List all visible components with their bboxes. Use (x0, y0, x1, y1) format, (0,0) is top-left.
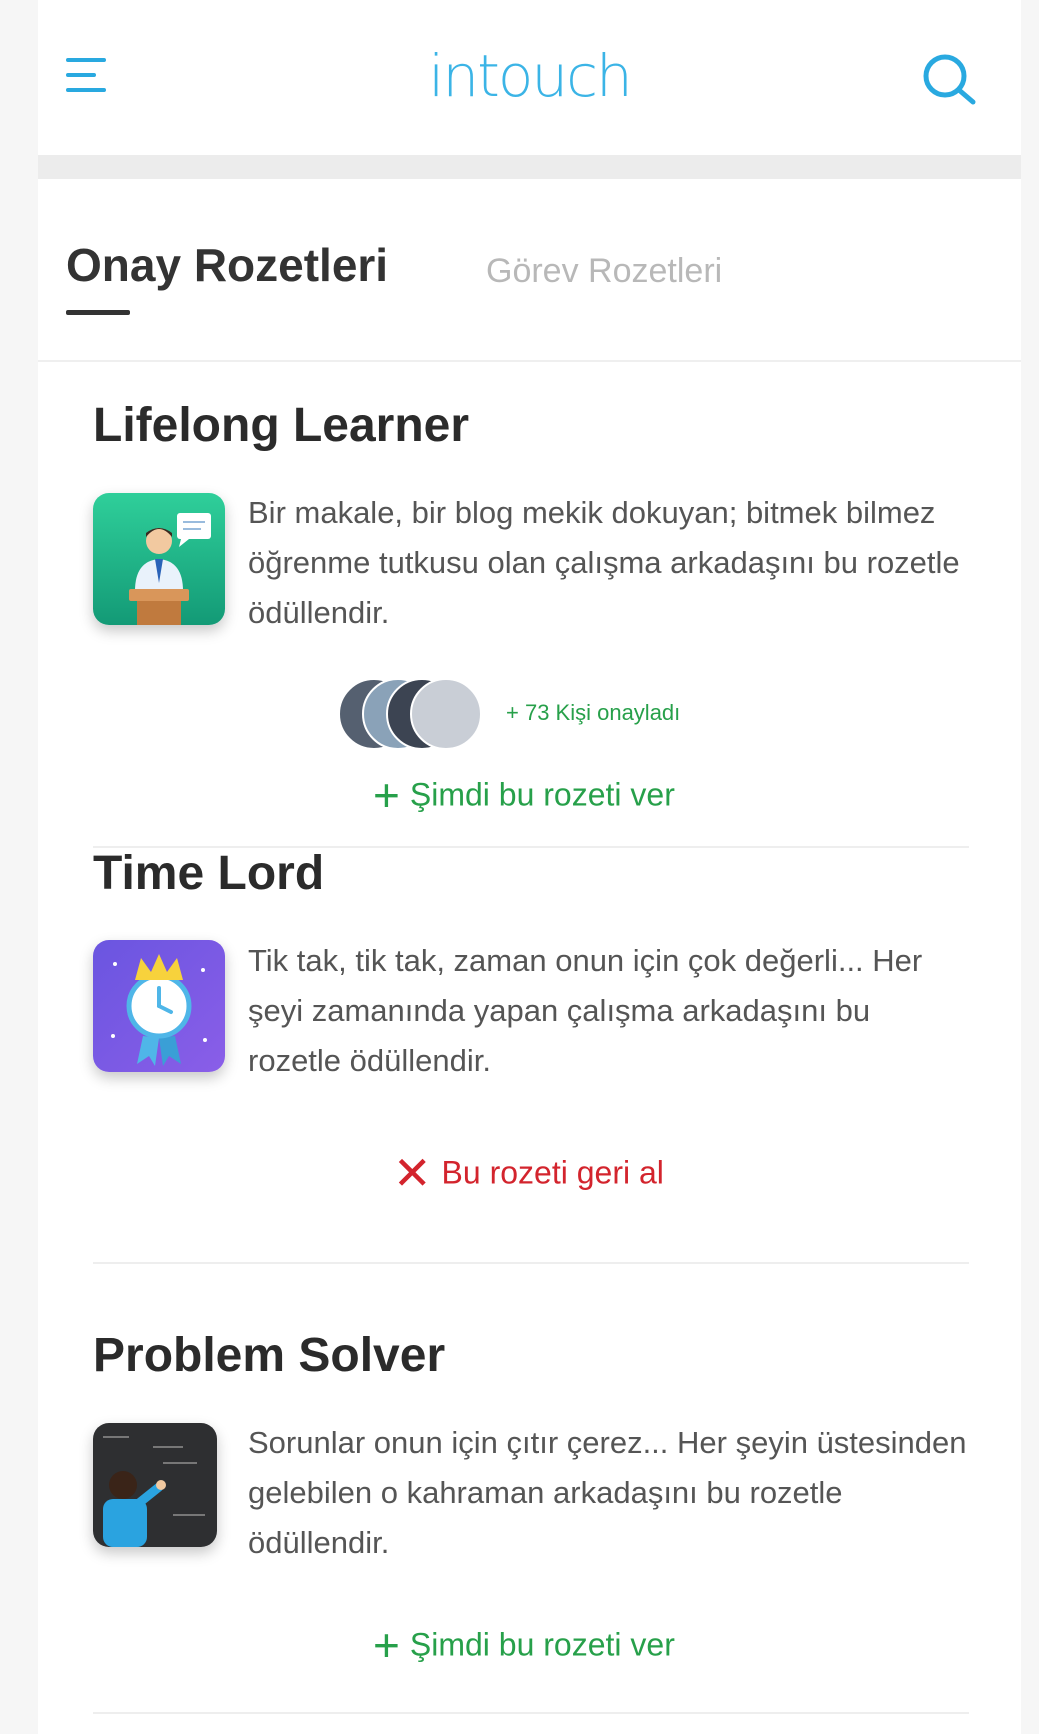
avatar (410, 678, 482, 750)
left-gutter (0, 0, 38, 1734)
badge-description: Bir makale, bir blog mekik dokuyan; bitm… (248, 495, 960, 630)
active-tab-indicator (66, 310, 130, 315)
plus-icon: + (373, 1619, 400, 1671)
badge-title: Time Lord (93, 847, 325, 900)
give-badge-label: Şimdi bu rozeti ver (409, 1626, 675, 1663)
badge-separator (93, 1262, 969, 1264)
give-badge-button[interactable]: + Şimdi bu rozeti ver (373, 768, 675, 822)
chalkboard-student-icon (93, 1423, 217, 1547)
top-bar: intouch (38, 0, 1021, 155)
close-x-icon: ✕ (393, 1147, 432, 1199)
badge-description: Tik tak, tik tak, zaman onun için çok de… (248, 943, 923, 1078)
teacher-podium-icon (93, 493, 225, 625)
badge-separator (93, 1712, 969, 1714)
badge-title: Lifelong Learner (93, 399, 470, 452)
badges-page: intouch Onay Rozetleri Görev Rozetleri L… (38, 0, 1021, 1734)
crowned-clock-icon (93, 940, 225, 1072)
give-badge-label: Şimdi bu rozeti ver (409, 776, 675, 813)
header-divider (38, 155, 1021, 179)
right-gutter (1021, 0, 1039, 1734)
approval-count[interactable]: + 73 Kişi onayladı (506, 700, 680, 726)
badge-title: Problem Solver (93, 1329, 446, 1382)
approver-avatars[interactable] (338, 678, 482, 750)
app-logo[interactable]: intouch (38, 42, 1021, 110)
give-badge-button[interactable]: + Şimdi bu rozeti ver (373, 1618, 675, 1672)
badge-tabs: Onay Rozetleri Görev Rozetleri (38, 180, 1021, 362)
badge-description: Sorunlar onun için çıtır çerez... Her şe… (248, 1425, 967, 1560)
tab-gorev-rozetleri[interactable]: Görev Rozetleri (486, 252, 722, 291)
tab-onay-rozetleri[interactable]: Onay Rozetleri (66, 238, 388, 292)
plus-icon: + (373, 769, 400, 821)
search-icon[interactable] (921, 52, 983, 108)
revoke-badge-button[interactable]: ✕ Bu rozeti geri al (393, 1146, 664, 1200)
revoke-badge-label: Bu rozeti geri al (441, 1154, 664, 1191)
